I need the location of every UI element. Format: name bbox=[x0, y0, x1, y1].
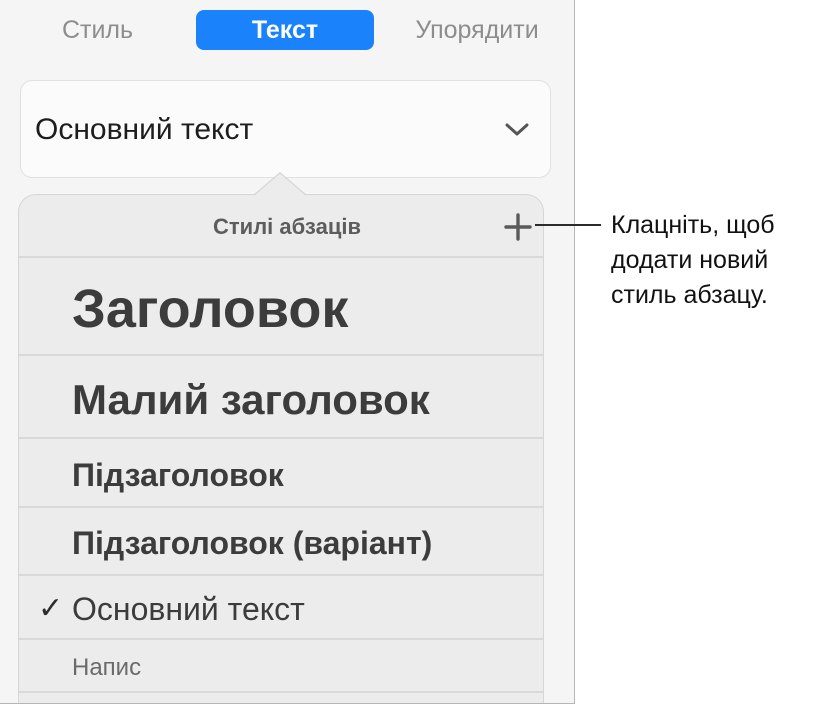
style-item-body[interactable]: Основний текст bbox=[72, 591, 305, 628]
style-item-subtitle-variant[interactable]: Підзаголовок (варіант) bbox=[72, 525, 432, 562]
divider bbox=[19, 574, 543, 576]
style-item-caption[interactable]: Напис bbox=[72, 654, 141, 682]
popover-title: Стилі абзаців bbox=[213, 214, 361, 239]
style-item-subtitle[interactable]: Підзаголовок bbox=[72, 457, 284, 494]
tab-style[interactable]: Стиль bbox=[40, 10, 155, 50]
divider bbox=[19, 256, 543, 258]
tab-text[interactable]: Текст bbox=[196, 10, 374, 50]
divider bbox=[19, 506, 543, 508]
style-item-small-title[interactable]: Малий заголовок bbox=[72, 376, 430, 424]
chevron-down-icon bbox=[505, 123, 529, 136]
style-item-title[interactable]: Заголовок bbox=[72, 278, 348, 340]
format-panel: Стиль Текст Упорядити Основний текст Сти… bbox=[0, 0, 575, 704]
divider bbox=[19, 691, 543, 693]
divider bbox=[19, 638, 543, 640]
divider bbox=[19, 437, 543, 439]
popover-arrow bbox=[254, 172, 306, 196]
tab-arrange[interactable]: Упорядити bbox=[392, 10, 562, 50]
callout-line bbox=[535, 224, 601, 226]
callout-text: Клацніть, щоб додати новий стиль абзацу. bbox=[611, 211, 775, 309]
paragraph-style-select[interactable]: Основний текст bbox=[20, 80, 551, 178]
divider bbox=[19, 354, 543, 356]
paragraph-style-value: Основний текст bbox=[35, 113, 254, 146]
plus-icon[interactable] bbox=[503, 212, 533, 242]
checkmark-icon: ✓ bbox=[38, 592, 64, 625]
